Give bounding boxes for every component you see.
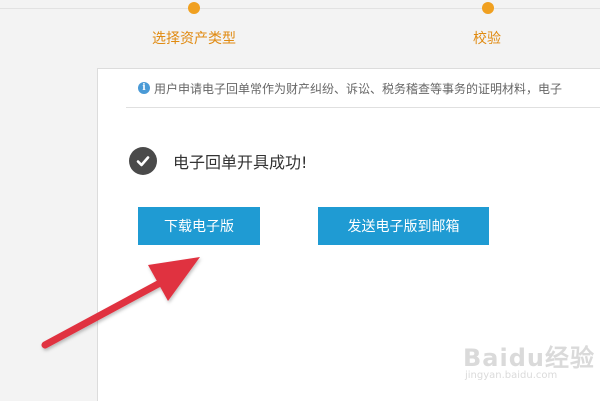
watermark-brand: Baidu经验 bbox=[463, 344, 595, 372]
baidu-watermark: Baidu经验 jingyan.baidu.com bbox=[455, 330, 595, 390]
success-message: 电子回单开具成功! bbox=[173, 153, 308, 172]
step-progress-bar: 选择资产类型 校验 bbox=[0, 0, 600, 60]
step-label-verify: 校验 bbox=[473, 31, 501, 47]
success-row: 电子回单开具成功! bbox=[129, 147, 307, 175]
annotation-arrow-icon bbox=[41, 257, 200, 349]
step-label-select-asset-type: 选择资产类型 bbox=[152, 31, 236, 47]
notice-text: 用户申请电子回单常作为财产纠纷、诉讼、税务稽查等事务的证明材料，电子 bbox=[154, 81, 563, 96]
step-dot-2 bbox=[482, 2, 494, 14]
check-circle-icon bbox=[129, 147, 157, 175]
info-icon: i bbox=[138, 82, 150, 94]
download-electronic-button[interactable]: 下载电子版 bbox=[138, 207, 260, 245]
watermark-url: jingyan.baidu.com bbox=[465, 370, 558, 381]
send-to-email-button[interactable]: 发送电子版到邮箱 bbox=[318, 207, 489, 245]
step-line bbox=[0, 8, 600, 9]
notice-bar: i 用户申请电子回单常作为财产纠纷、诉讼、税务稽查等事务的证明材料，电子 bbox=[126, 69, 600, 108]
step-dot-1 bbox=[188, 2, 200, 14]
